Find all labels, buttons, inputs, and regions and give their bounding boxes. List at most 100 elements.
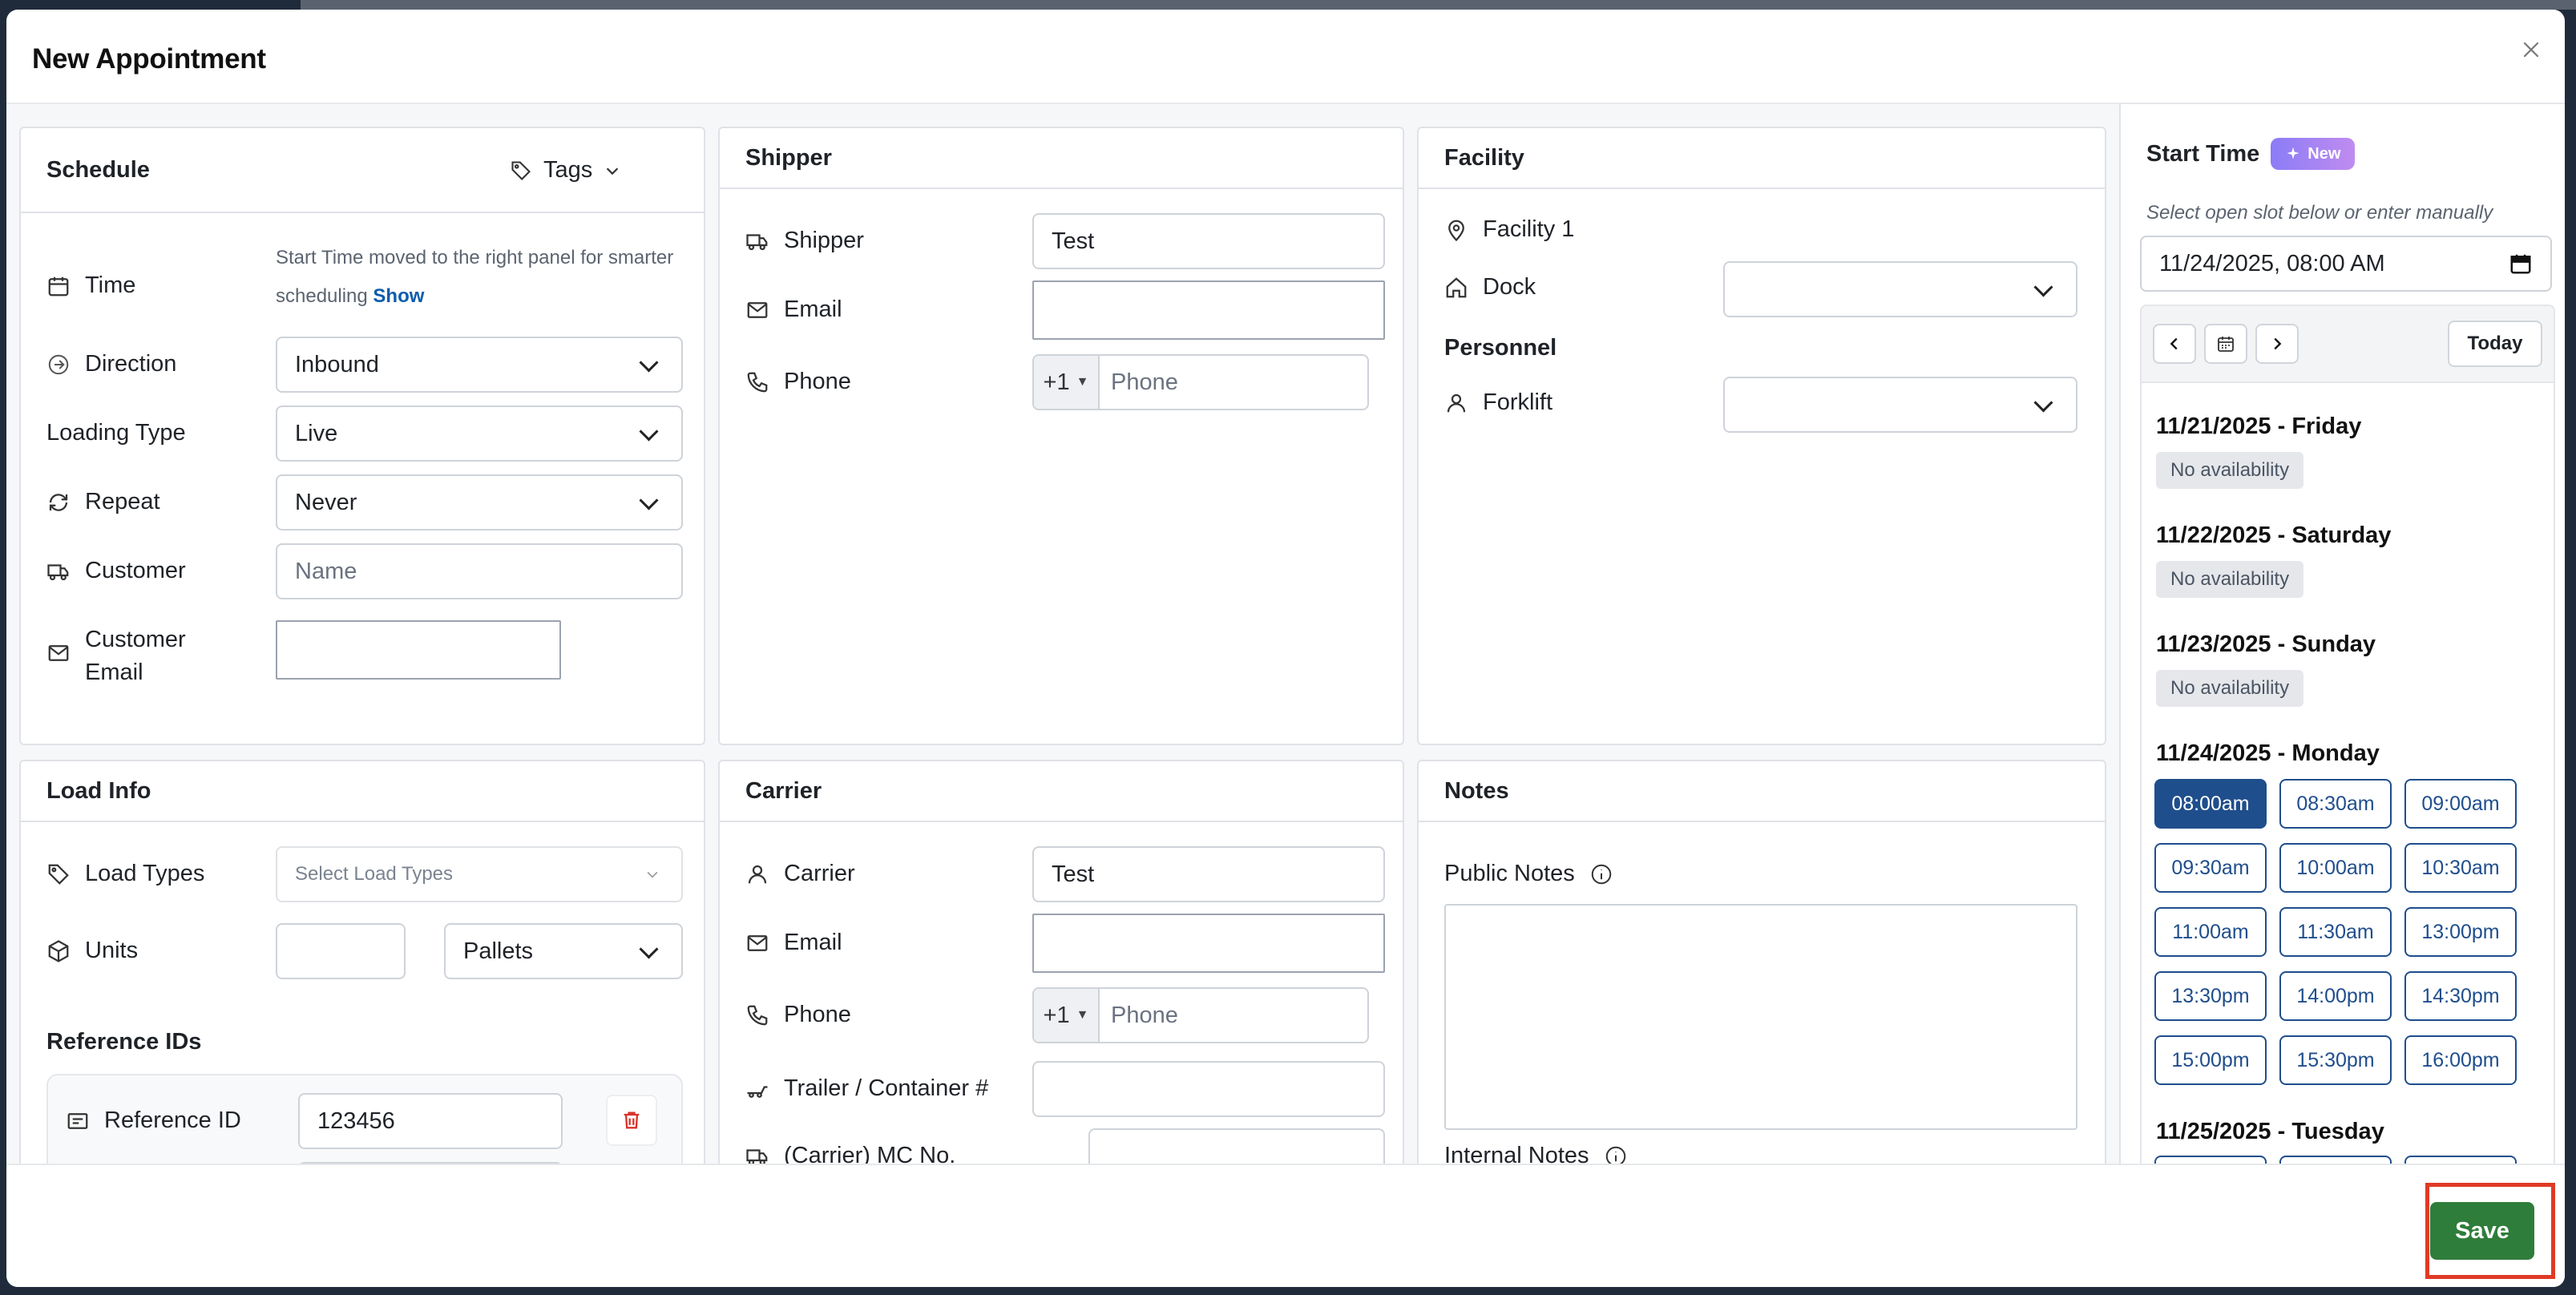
- schedule-heading: Schedule: [46, 156, 150, 183]
- mc-input[interactable]: [1088, 1128, 1385, 1164]
- save-button[interactable]: Save: [2430, 1202, 2534, 1260]
- country-code-select[interactable]: +1 ▼: [1034, 356, 1100, 409]
- carrier-phone-label: Phone: [784, 1002, 851, 1027]
- reference-id-input[interactable]: 123456: [298, 1093, 563, 1149]
- day-title: 11/25/2025 - Tuesday: [2156, 1119, 2384, 1144]
- customer-email-input[interactable]: [276, 620, 561, 680]
- time-slot[interactable]: 10:00am: [2279, 843, 2392, 893]
- facility-panel: Facility Facility 1 Dock Personnel Forkl…: [1417, 127, 2106, 745]
- time-slot[interactable]: 14:00pm: [2279, 971, 2392, 1021]
- phone-icon: [745, 370, 769, 394]
- today-button[interactable]: Today: [2448, 321, 2542, 367]
- time-slot[interactable]: [2154, 1156, 2267, 1164]
- load-types-label: Load Types: [85, 861, 205, 886]
- time-slot[interactable]: 11:30am: [2279, 907, 2392, 957]
- carrier-panel-header: Carrier: [720, 761, 1403, 822]
- units-type-select[interactable]: Pallets: [444, 923, 683, 979]
- chevron-right-icon: [2274, 337, 2282, 350]
- next-week-button[interactable]: [2255, 324, 2299, 364]
- time-slot-selected[interactable]: 08:00am: [2154, 779, 2267, 829]
- repeat-label: Repeat: [85, 489, 160, 514]
- time-slot[interactable]: 10:30am: [2404, 843, 2517, 893]
- direction-value: Inbound: [295, 351, 379, 377]
- time-slot[interactable]: 09:30am: [2154, 843, 2267, 893]
- tags-dropdown[interactable]: Tags: [510, 157, 621, 184]
- loading-type-row: Loading Type: [46, 420, 186, 446]
- day-title: 11/22/2025 - Saturday: [2156, 522, 2392, 548]
- load-info-panel: Load Info Load Types Select Load Types U…: [19, 760, 705, 1164]
- load-info-heading: Load Info: [46, 777, 151, 804]
- availability-calendar: Today 11/21/2025 - Friday No availabilit…: [2140, 305, 2555, 1164]
- delete-reference-button[interactable]: [606, 1095, 657, 1146]
- time-slot[interactable]: 09:00am: [2404, 779, 2517, 829]
- notes-panel-header: Notes: [1419, 761, 2105, 822]
- carrier-email-input[interactable]: [1032, 914, 1385, 973]
- time-slot[interactable]: 13:30pm: [2154, 971, 2267, 1021]
- tag-icon: [511, 160, 531, 180]
- day-title: 11/21/2025 - Friday: [2156, 414, 2362, 439]
- shipper-phone-input[interactable]: +1 ▼ Phone: [1032, 354, 1369, 410]
- carrier-label: Carrier: [784, 861, 855, 886]
- carrier-row: Carrier: [745, 861, 855, 887]
- start-time-header: Start Time New: [2146, 138, 2356, 170]
- previous-week-button[interactable]: [2153, 324, 2196, 364]
- customer-email-label-line1: Customer: [85, 627, 186, 652]
- trailer-input[interactable]: [1032, 1061, 1385, 1117]
- loading-type-select[interactable]: Live: [276, 405, 683, 462]
- chevron-left-icon: [2170, 337, 2178, 350]
- reference-id-label: Reference ID: [104, 1107, 241, 1133]
- facility-panel-header: Facility: [1419, 128, 2105, 189]
- new-badge: New: [2271, 138, 2356, 170]
- public-notes-textarea[interactable]: [1444, 904, 2077, 1130]
- home-icon: [1444, 276, 1468, 300]
- forklift-select[interactable]: [1723, 377, 2077, 433]
- units-label: Units: [85, 938, 139, 963]
- carrier-input[interactable]: Test: [1032, 846, 1385, 902]
- close-button[interactable]: [2515, 34, 2547, 66]
- show-start-time-link[interactable]: Show: [373, 285, 424, 307]
- trailer-label: Trailer / Container #: [784, 1075, 989, 1101]
- time-slot[interactable]: 13:00pm: [2404, 907, 2517, 957]
- time-slot[interactable]: [2279, 1156, 2392, 1164]
- carrier-email-label: Email: [784, 930, 842, 955]
- calendar-icon: [2218, 337, 2234, 352]
- customer-name-placeholder: Name: [295, 558, 357, 584]
- info-icon[interactable]: [1604, 1144, 1628, 1164]
- time-slot[interactable]: 15:00pm: [2154, 1035, 2267, 1085]
- mail-icon: [745, 931, 769, 955]
- shipper-email-input[interactable]: [1032, 280, 1385, 340]
- load-types-select[interactable]: Select Load Types: [276, 846, 683, 902]
- trash-icon: [624, 1111, 640, 1129]
- carrier-heading: Carrier: [745, 777, 822, 804]
- calendar-icon[interactable]: [2509, 252, 2533, 276]
- no-availability-chip: No availability: [2156, 452, 2304, 489]
- carrier-value: Test: [1052, 861, 1095, 887]
- calendar-picker-button[interactable]: [2204, 324, 2247, 364]
- info-icon[interactable]: [1589, 862, 1613, 886]
- customer-name-input[interactable]: Name: [276, 543, 683, 599]
- carrier-phone-input[interactable]: +1 ▼ Phone: [1032, 987, 1369, 1043]
- repeat-select[interactable]: Never: [276, 474, 683, 531]
- forklift-label: Forklift: [1483, 389, 1552, 415]
- public-notes-row: Public Notes: [1444, 861, 1613, 887]
- shipper-heading: Shipper: [745, 144, 832, 171]
- units-input[interactable]: [276, 923, 406, 979]
- time-slot[interactable]: 16:00pm: [2404, 1035, 2517, 1085]
- dock-select[interactable]: [1723, 261, 2077, 317]
- time-slot[interactable]: 11:00am: [2154, 907, 2267, 957]
- internal-notes-row: Internal Notes: [1444, 1143, 1628, 1164]
- repeat-value: Never: [295, 489, 357, 515]
- reference-ids-heading: Reference IDs: [46, 1029, 202, 1055]
- direction-label: Direction: [85, 351, 177, 377]
- loading-type-label: Loading Type: [46, 420, 186, 446]
- reference-id-row: Reference ID: [66, 1107, 241, 1134]
- direction-select[interactable]: Inbound: [276, 337, 683, 393]
- time-slot[interactable]: [2404, 1156, 2517, 1164]
- time-slot[interactable]: 15:30pm: [2279, 1035, 2392, 1085]
- phone-icon: [745, 1003, 769, 1027]
- start-datetime-input[interactable]: 11/24/2025, 08:00 AM: [2140, 236, 2552, 292]
- shipper-input[interactable]: Test: [1032, 213, 1385, 269]
- time-slot[interactable]: 08:30am: [2279, 779, 2392, 829]
- time-slot[interactable]: 14:30pm: [2404, 971, 2517, 1021]
- country-code-select[interactable]: +1 ▼: [1034, 989, 1100, 1042]
